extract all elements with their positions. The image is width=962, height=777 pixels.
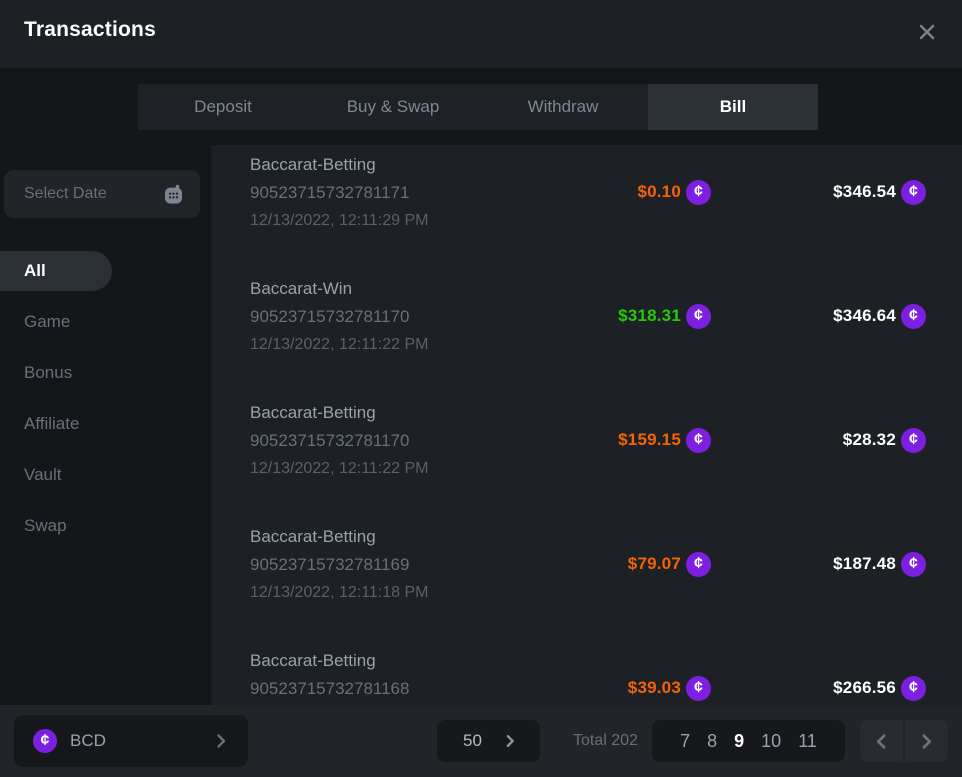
transaction-row: Baccarat-Betting 90523715732781168 $39.0… xyxy=(250,647,926,705)
transaction-list: Baccarat-Betting 90523715732781171 12/13… xyxy=(211,145,962,705)
transaction-date: 12/13/2022, 12:11:29 PM xyxy=(250,207,926,235)
transaction-name: Baccarat-Betting xyxy=(250,399,926,427)
tab-deposit[interactable]: Deposit xyxy=(138,84,308,130)
transaction-row: Baccarat-Win 90523715732781170 12/13/202… xyxy=(250,275,926,371)
transaction-name: Baccarat-Betting xyxy=(250,647,926,675)
filter-vault[interactable]: Vault xyxy=(0,455,211,495)
bcd-coin-icon: ¢ xyxy=(901,304,926,329)
transaction-name: Baccarat-Win xyxy=(250,275,926,303)
next-page-button[interactable] xyxy=(905,720,948,762)
transaction-row: Baccarat-Betting 90523715732781171 12/13… xyxy=(250,151,926,247)
transaction-balance: $28.32 ¢ xyxy=(843,426,926,454)
transaction-change: $318.31 ¢ xyxy=(618,302,711,330)
page-9-current[interactable]: 9 xyxy=(734,731,744,752)
transaction-name: Baccarat-Betting xyxy=(250,151,926,179)
transaction-row: Baccarat-Betting 90523715732781170 12/13… xyxy=(250,399,926,495)
filter-bonus[interactable]: Bonus xyxy=(0,353,211,393)
bcd-coin-icon: ¢ xyxy=(686,304,711,329)
change-amount: $159.15 xyxy=(618,430,681,450)
transaction-balance: $266.56 ¢ xyxy=(833,674,926,702)
pagination: 7 8 9 10 11 xyxy=(652,720,845,762)
balance-amount: $187.48 xyxy=(833,554,896,574)
page-8[interactable]: 8 xyxy=(707,731,717,752)
calendar-icon xyxy=(163,184,184,205)
transaction-change: $159.15 ¢ xyxy=(618,426,711,454)
transaction-change: $0.10 ¢ xyxy=(637,178,711,206)
currency-selector[interactable]: ¢ BCD xyxy=(14,715,248,767)
transaction-date: 12/13/2022, 12:11:18 PM xyxy=(250,579,926,607)
bcd-coin-icon: ¢ xyxy=(901,676,926,701)
change-amount: $79.07 xyxy=(628,554,681,574)
balance-amount: $346.54 xyxy=(833,182,896,202)
filter-affiliate[interactable]: Affiliate xyxy=(0,404,211,444)
bcd-coin-icon: ¢ xyxy=(901,552,926,577)
change-amount: $39.03 xyxy=(628,678,681,698)
tab-bar: Deposit Buy & Swap Withdraw Bill xyxy=(138,84,818,130)
transaction-date: 12/13/2022, 12:11:22 PM xyxy=(250,455,926,483)
transaction-id: 90523715732781170 xyxy=(250,427,926,455)
page-size-value: 50 xyxy=(463,731,482,751)
chevron-right-icon xyxy=(917,732,936,751)
date-picker-placeholder: Select Date xyxy=(24,185,107,203)
transaction-change: $39.03 ¢ xyxy=(628,674,711,702)
page-title: Transactions xyxy=(24,18,156,42)
transaction-name: Baccarat-Betting xyxy=(250,523,926,551)
transaction-id: 90523715732781171 xyxy=(250,179,926,207)
tab-buy-swap[interactable]: Buy & Swap xyxy=(308,84,478,130)
transaction-row: Baccarat-Betting 90523715732781169 12/13… xyxy=(250,523,926,619)
bcd-coin-icon: ¢ xyxy=(686,428,711,453)
modal-header: Transactions xyxy=(0,0,962,68)
chevron-left-icon xyxy=(872,732,891,751)
tab-region: Deposit Buy & Swap Withdraw Bill xyxy=(0,68,962,145)
transaction-change: $79.07 ¢ xyxy=(628,550,711,578)
transactions-modal: Transactions Deposit Buy & Swap Withdraw… xyxy=(0,0,962,777)
prev-page-button[interactable] xyxy=(860,720,903,762)
page-10[interactable]: 10 xyxy=(761,731,781,752)
page-size-selector[interactable]: 50 xyxy=(437,720,540,762)
page-7[interactable]: 7 xyxy=(680,731,690,752)
transaction-balance: $346.54 ¢ xyxy=(833,178,926,206)
balance-amount: $266.56 xyxy=(833,678,896,698)
filter-game[interactable]: Game xyxy=(0,302,211,342)
transaction-id: 90523715732781168 xyxy=(250,675,926,703)
balance-amount: $28.32 xyxy=(843,430,896,450)
change-amount: $318.31 xyxy=(618,306,681,326)
chevron-right-icon xyxy=(212,732,230,750)
bcd-coin-icon: ¢ xyxy=(33,729,57,753)
bcd-coin-icon: ¢ xyxy=(686,676,711,701)
transaction-date: 12/13/2022, 12:11:22 PM xyxy=(250,331,926,359)
bcd-coin-icon: ¢ xyxy=(686,552,711,577)
tab-bill[interactable]: Bill xyxy=(648,84,818,130)
date-picker[interactable]: Select Date xyxy=(4,170,200,218)
total-count: Total 202 xyxy=(573,720,638,762)
bcd-coin-icon: ¢ xyxy=(901,428,926,453)
transaction-id: 90523715732781170 xyxy=(250,303,926,331)
transaction-balance: $346.64 ¢ xyxy=(833,302,926,330)
close-icon[interactable] xyxy=(914,19,940,45)
filter-list: All Game Bonus Affiliate Vault Swap xyxy=(0,251,211,557)
transaction-id: 90523715732781169 xyxy=(250,551,926,579)
bcd-coin-icon: ¢ xyxy=(901,180,926,205)
pagination-arrows xyxy=(860,720,948,762)
sidebar: Select Date All Game Bonus Affiliate Vau… xyxy=(0,145,211,705)
change-amount: $0.10 xyxy=(637,182,681,202)
chevron-right-icon xyxy=(502,733,518,749)
page-11[interactable]: 11 xyxy=(798,731,817,752)
modal-footer: ¢ BCD 50 Total 202 7 8 9 10 11 xyxy=(0,705,962,777)
filter-swap[interactable]: Swap xyxy=(0,506,211,546)
balance-amount: $346.64 xyxy=(833,306,896,326)
filter-all[interactable]: All xyxy=(0,251,112,291)
currency-label: BCD xyxy=(70,731,106,751)
tab-withdraw[interactable]: Withdraw xyxy=(478,84,648,130)
bcd-coin-icon: ¢ xyxy=(686,180,711,205)
transaction-balance: $187.48 ¢ xyxy=(833,550,926,578)
